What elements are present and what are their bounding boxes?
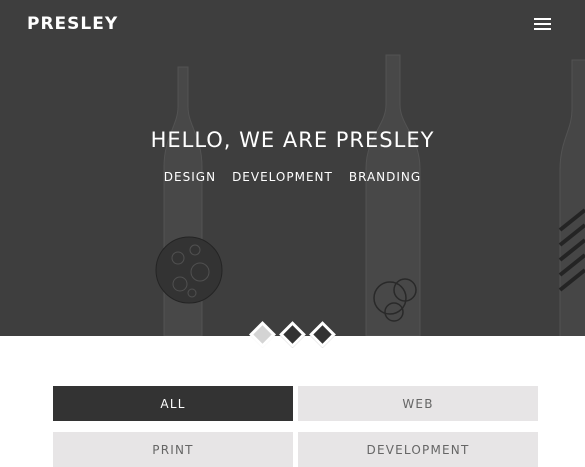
hero-services: DESIGN DEVELOPMENT BRANDING — [0, 170, 585, 184]
filter-development-button[interactable]: DEVELOPMENT — [298, 432, 538, 467]
brand-logo[interactable]: PRESLEY — [27, 14, 118, 34]
slide-dot-1[interactable] — [249, 321, 276, 348]
hero-banner: PRESLEY HELLO, WE ARE PRESLEY DESIGN DEV… — [0, 0, 585, 336]
menu-line — [534, 18, 551, 20]
hero-title: HELLO, WE ARE PRESLEY — [150, 128, 435, 152]
menu-line — [534, 28, 551, 30]
hamburger-icon[interactable] — [534, 18, 551, 32]
slide-dot-2[interactable] — [279, 321, 306, 348]
slide-dot-3[interactable] — [309, 321, 336, 348]
service-design: DESIGN — [163, 170, 217, 184]
filter-all-button[interactable]: ALL — [53, 386, 293, 421]
service-branding: BRANDING — [348, 170, 422, 184]
service-development: DEVELOPMENT — [232, 170, 333, 184]
hero-overlay — [0, 0, 585, 336]
filter-web-button[interactable]: WEB — [298, 386, 538, 421]
menu-line — [534, 23, 551, 25]
slider-pagination — [0, 321, 585, 351]
filter-print-button[interactable]: PRINT — [53, 432, 293, 467]
